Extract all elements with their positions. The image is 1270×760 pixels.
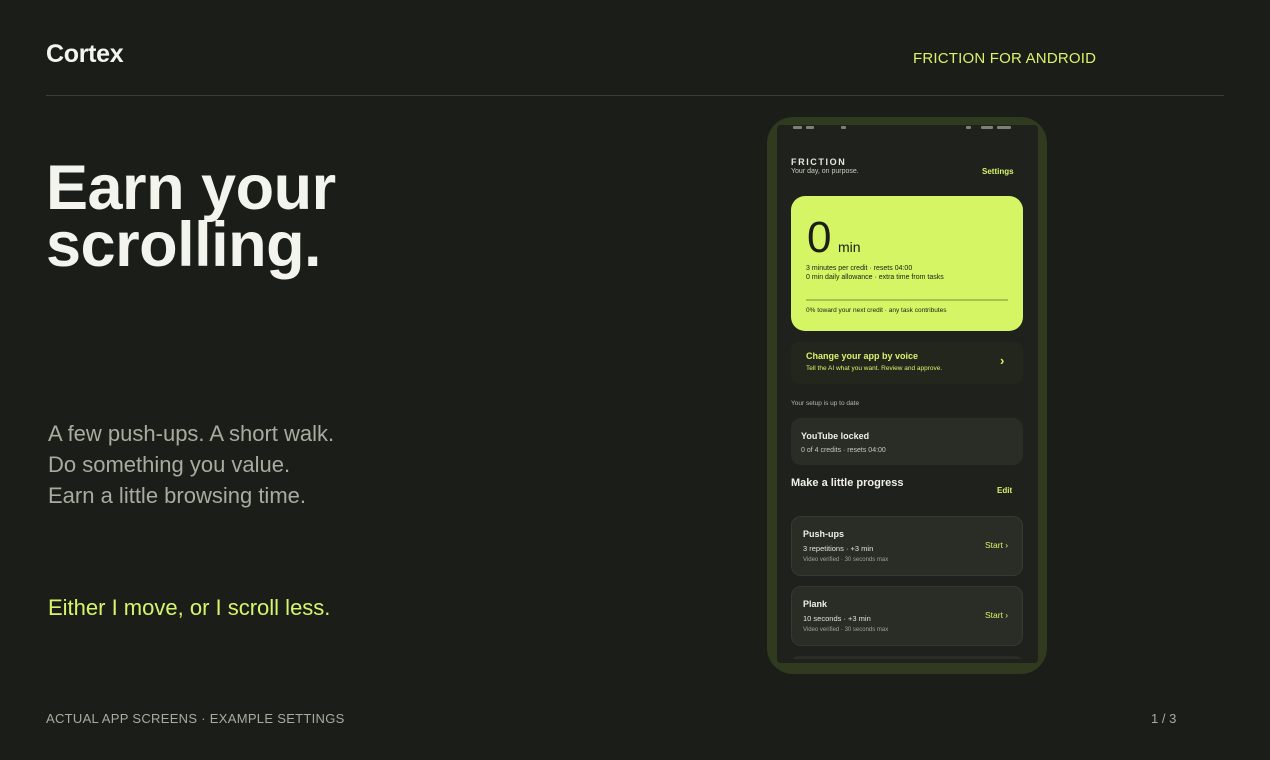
- credit-rate-text: 3 minutes per credit · resets 04:00: [806, 265, 913, 272]
- header-divider: [46, 95, 1224, 96]
- task-card[interactable]: Push-ups 3 repetitions · +3 min Video ve…: [791, 516, 1023, 576]
- brand-logo[interactable]: Cortex: [46, 40, 124, 69]
- headline-line: scrolling.: [46, 210, 322, 280]
- setup-status: Your setup is up to date: [791, 400, 860, 407]
- phone-mockup: FRICTION Your day, on purpose. Settings …: [767, 117, 1047, 674]
- wifi-icon: [981, 126, 993, 129]
- task-name: Push-ups: [803, 529, 845, 539]
- lede-line: A few push-ups. A short walk.: [48, 421, 335, 446]
- lede-line: Earn a little browsing time.: [48, 483, 306, 508]
- app-title: FRICTION: [791, 157, 847, 167]
- android-nav-bar: [777, 659, 1038, 663]
- start-button[interactable]: Start ›: [985, 610, 1008, 620]
- hero-tagline: Either I move, or I scroll less.: [48, 595, 331, 620]
- app-subtitle: Your day, on purpose.: [791, 168, 859, 175]
- slide-pager: 1 / 3: [1151, 711, 1177, 726]
- lock-card-detail: 0 of 4 credits · resets 04:00: [801, 447, 886, 454]
- status-time-icon: [806, 126, 814, 129]
- settings-button[interactable]: Settings: [982, 167, 1014, 176]
- credit-minutes-unit: min: [838, 239, 861, 255]
- chevron-right-icon: ›: [1000, 353, 1005, 368]
- credit-card: 0 min 3 minutes per credit · resets 04:0…: [791, 196, 1023, 331]
- footer-caption: ACTUAL APP SCREENS · EXAMPLE SETTINGS: [46, 711, 345, 726]
- status-time-icon: [793, 126, 802, 129]
- edit-button[interactable]: Edit: [997, 486, 1012, 495]
- credit-progress-bar: [806, 299, 1008, 301]
- task-verify: Video verified · 30 seconds max: [803, 557, 889, 563]
- hero-lede: A few push-ups. A short walk. Do somethi…: [48, 418, 334, 511]
- lede-line: Do something you value.: [48, 452, 291, 477]
- task-name: Plank: [803, 599, 828, 609]
- nav-link-friction-android[interactable]: FRICTION FOR ANDROID: [913, 50, 1096, 67]
- notification-icon: [841, 126, 846, 129]
- voice-change-card[interactable]: Change your app by voice Tell the AI wha…: [791, 342, 1023, 384]
- credit-minutes-value: 0: [807, 213, 832, 262]
- signal-icon: [966, 126, 971, 129]
- task-detail: 3 repetitions · +3 min: [803, 544, 874, 553]
- progress-heading: Make a little progress: [791, 477, 904, 489]
- status-bar: [791, 125, 1027, 131]
- headline-line: Earn your: [46, 153, 336, 223]
- credit-progress-text: 0% toward your next credit · any task co…: [806, 307, 947, 314]
- task-verify: Video verified · 30 seconds max: [803, 627, 889, 633]
- credit-allowance-text: 0 min daily allowance · extra time from …: [806, 274, 944, 281]
- task-card[interactable]: Plank 10 seconds · +3 min Video verified…: [791, 586, 1023, 646]
- phone-screen: FRICTION Your day, on purpose. Settings …: [777, 125, 1038, 663]
- lock-card-title: YouTube locked: [801, 431, 870, 441]
- battery-icon: [997, 126, 1011, 129]
- start-button[interactable]: Start ›: [985, 540, 1008, 550]
- voice-card-subtitle: Tell the AI what you want. Review and ap…: [806, 365, 943, 372]
- task-detail: 10 seconds · +3 min: [803, 614, 871, 623]
- hero-headline: Earn your scrolling.: [46, 153, 486, 280]
- voice-card-title: Change your app by voice: [806, 351, 919, 361]
- lock-status-card[interactable]: YouTube locked 0 of 4 credits · resets 0…: [791, 418, 1023, 465]
